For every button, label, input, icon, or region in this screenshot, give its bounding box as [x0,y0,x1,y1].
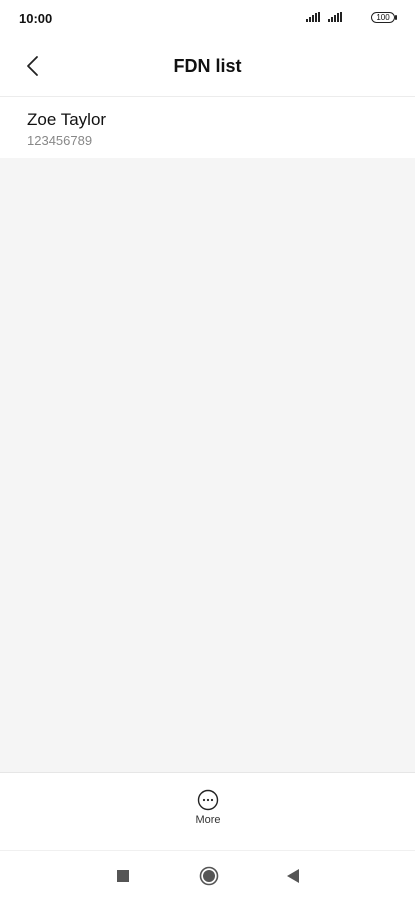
square-icon[interactable] [117,870,129,882]
status-bar: 10:00 100 [0,0,415,38]
bottom-action-bar: More [0,772,415,850]
more-horizontal-circle-icon [197,789,219,811]
signal-icon-sim2 [328,12,344,22]
app-header: FDN list [0,38,415,96]
triangle-back-icon[interactable] [286,868,300,884]
list-item[interactable]: Zoe Taylor 123456789 [0,97,415,158]
circle-icon[interactable] [199,866,219,886]
contact-name: Zoe Taylor [27,110,107,129]
empty-list-area [0,158,415,772]
page-title: FDN list [173,56,242,76]
contact-number: 123456789 [27,133,93,148]
system-nav-bar [0,850,415,900]
more-button[interactable]: More [182,789,234,835]
battery-tip [395,15,397,20]
more-label: More [195,814,221,826]
status-time: 10:00 [19,11,53,26]
signal-icon-sim1 [306,12,322,22]
battery-icon: 100 [371,12,395,23]
